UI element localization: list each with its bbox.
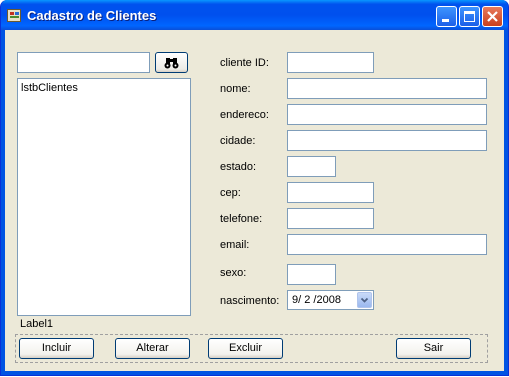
endereco-field[interactable] xyxy=(287,104,487,125)
sexo-field[interactable] xyxy=(287,264,336,285)
search-input[interactable] xyxy=(17,52,150,73)
title-bar[interactable]: Cadastro de Clientes xyxy=(1,0,508,30)
close-button[interactable] xyxy=(482,6,503,27)
cidade-label: cidade: xyxy=(220,135,256,147)
sexo-label: sexo: xyxy=(220,267,247,279)
cep-field[interactable] xyxy=(287,182,374,203)
maximize-button[interactable] xyxy=(459,6,480,27)
cliente-id-field[interactable] xyxy=(287,52,374,73)
nascimento-value: 9/ 2 /2008 xyxy=(292,294,341,306)
main-window: Cadastro de Clientes lstbClientes Label1… xyxy=(0,0,509,376)
cep-label: cep: xyxy=(220,187,241,199)
chevron-down-icon xyxy=(360,297,369,303)
clients-listbox[interactable]: lstbClientes xyxy=(17,78,191,316)
minimize-icon xyxy=(442,19,449,22)
maximize-icon xyxy=(464,11,475,22)
nome-label: nome: xyxy=(220,83,251,95)
form-app-icon[interactable] xyxy=(7,9,21,22)
form-client-area: lstbClientes Label1 cliente ID: nome: en… xyxy=(5,30,504,371)
estado-label: estado: xyxy=(220,161,257,173)
telefone-field[interactable] xyxy=(287,208,374,229)
email-label: email: xyxy=(220,239,250,251)
cliente-id-label: cliente ID: xyxy=(220,57,269,69)
cidade-field[interactable] xyxy=(287,130,487,151)
window-title: Cadastro de Clientes xyxy=(27,8,157,23)
binoculars-icon xyxy=(164,58,179,69)
nome-field[interactable] xyxy=(287,78,487,99)
estado-field[interactable] xyxy=(287,156,336,177)
email-field[interactable] xyxy=(287,234,487,255)
alterar-button[interactable]: Alterar xyxy=(115,338,190,359)
close-icon xyxy=(487,11,498,22)
telefone-label: telefone: xyxy=(220,213,263,225)
status-label: Label1 xyxy=(20,318,54,330)
date-dropdown-button[interactable] xyxy=(357,292,372,308)
incluir-button[interactable]: Incluir xyxy=(19,338,94,359)
nascimento-date-picker[interactable]: 9/ 2 /2008 xyxy=(287,290,374,310)
excluir-button[interactable]: Excluir xyxy=(208,338,283,359)
sair-button[interactable]: Sair xyxy=(396,338,471,359)
nascimento-label: nascimento: xyxy=(220,295,280,307)
endereco-label: endereco: xyxy=(220,109,269,121)
minimize-button[interactable] xyxy=(436,6,457,27)
search-button[interactable] xyxy=(155,52,188,73)
list-item[interactable]: lstbClientes xyxy=(21,82,78,94)
